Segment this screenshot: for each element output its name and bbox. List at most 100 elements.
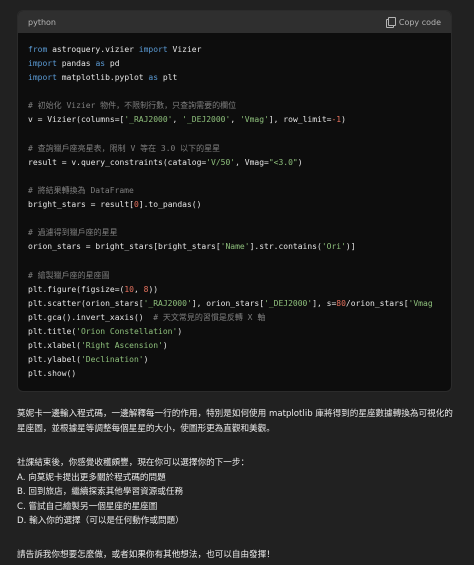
code-token: ].str.contains( bbox=[249, 242, 322, 252]
code-token: , bbox=[133, 284, 144, 294]
code-token: # 過濾得到獵戶座的星星 bbox=[28, 228, 118, 238]
code-token: result = v.query_constraints(catalog= bbox=[28, 157, 207, 167]
explanation-paragraph: 莫妮卡一邊輸入程式碼，一邊解釋每一行的作用，特別是如何使用 matplotlib… bbox=[17, 409, 453, 434]
code-line: import pandas as pd bbox=[28, 57, 441, 71]
code-block: python Copy code from astroquery.vizier … bbox=[17, 10, 452, 392]
code-token: # 天文常見的習慣是反轉 X 軸 bbox=[153, 312, 266, 322]
closing-paragraph: 請告訴我你想要怎麼做，或者如果你有其他想法，也可以自由發揮！ bbox=[17, 550, 275, 560]
code-token: '_RAJ2000' bbox=[124, 115, 173, 125]
code-line: v = Vizier(columns=['_RAJ2000', '_DEJ200… bbox=[28, 113, 441, 127]
code-line: # 初始化 Vizier 物件，不限制行數，只查詢需要的欄位 bbox=[28, 99, 441, 113]
code-line: # 過濾得到獵戶座的星星 bbox=[28, 226, 441, 240]
code-token: # 查詢獵戶座亮星表，限制 V 等在 3.0 以下的星星 bbox=[28, 143, 221, 153]
code-line: # 查詢獵戶座亮星表，限制 V 等在 3.0 以下的星星 bbox=[28, 142, 441, 156]
code-line: # 將結果轉換為 DataFrame bbox=[28, 184, 441, 198]
code-line: plt.title('Orion Constellation') bbox=[28, 325, 441, 339]
copy-code-button[interactable]: Copy code bbox=[385, 17, 441, 28]
code-token: # 將結果轉換為 DataFrame bbox=[28, 185, 134, 195]
code-token: plt.ylabel( bbox=[28, 355, 81, 365]
code-token: '_RAJ2000' bbox=[143, 298, 192, 308]
code-line: plt.figure(figsize=(10, 8)) bbox=[28, 283, 441, 297]
code-token: plt.figure(figsize=( bbox=[28, 284, 125, 294]
code-token: astroquery.vizier bbox=[47, 45, 139, 54]
choice-option-b: B. 回到旅店，繼續探索其他學習資源或任務 bbox=[17, 487, 184, 497]
code-token: , Vmag= bbox=[235, 157, 269, 167]
code-token: pandas bbox=[56, 59, 96, 69]
code-token: 'Vmag bbox=[408, 298, 433, 308]
choice-option-c: C. 嘗試自己繪製另一個星座的星座圖 bbox=[17, 501, 158, 512]
code-token: plt.show() bbox=[28, 369, 77, 379]
code-token: 'Vmag' bbox=[239, 115, 269, 125]
code-token: plt.title( bbox=[28, 326, 77, 336]
code-token: /orion_stars[ bbox=[345, 298, 409, 308]
code-token: 'Orion Constellation' bbox=[76, 326, 178, 336]
code-line: plt.xlabel('Right Ascension') bbox=[28, 339, 441, 353]
code-token: 'Ori' bbox=[321, 242, 346, 252]
code-line: import matplotlib.pyplot as plt bbox=[28, 71, 441, 85]
code-token: plt.scatter(orion_stars[ bbox=[28, 298, 144, 308]
code-token: ], row_limit= bbox=[268, 115, 332, 125]
code-token: Vizier bbox=[167, 45, 202, 54]
code-language-label: python bbox=[28, 17, 56, 27]
code-token: from bbox=[28, 45, 48, 54]
code-line: plt.ylabel('Declination') bbox=[28, 353, 441, 367]
code-line: plt.scatter(orion_stars['_RAJ2000'], ori… bbox=[28, 297, 441, 311]
code-token: 80 bbox=[336, 298, 346, 308]
code-token: matplotlib.pyplot bbox=[56, 73, 149, 83]
code-token: 10 bbox=[124, 284, 134, 294]
code-token: import bbox=[138, 45, 168, 54]
code-line: from astroquery.vizier import Vizier bbox=[28, 43, 441, 57]
code-token: )] bbox=[345, 242, 356, 252]
choices-intro: 社課結束後，你感覺收穫頗豐，現在你可以選擇你的下一步： bbox=[17, 458, 250, 468]
code-token: plt.xlabel( bbox=[28, 340, 81, 350]
code-token: bright_stars = result[ bbox=[28, 200, 134, 210]
code-token: as bbox=[95, 59, 106, 69]
code-token: orion_stars = bright_stars[bright_stars[ bbox=[28, 242, 221, 252]
code-token: import bbox=[28, 73, 57, 83]
code-token: import bbox=[28, 59, 57, 69]
code-token: 'Right Ascension' bbox=[80, 340, 163, 350]
code-token: 'Declination' bbox=[80, 355, 144, 365]
code-token: ], orion_stars[ bbox=[191, 298, 265, 308]
code-line: result = v.query_constraints(catalog='V/… bbox=[28, 156, 441, 170]
code-token: plt.gca().invert_xaxis() bbox=[28, 312, 154, 322]
code-line: # 繪製獵戶座的星座圖 bbox=[28, 269, 441, 283]
code-token: ) bbox=[341, 115, 346, 125]
code-block-header: python Copy code bbox=[18, 11, 451, 33]
code-token: ], s= bbox=[312, 298, 337, 308]
code-token: # 繪製獵戶座的星座圖 bbox=[28, 270, 110, 280]
code-token: "<3.0" bbox=[268, 157, 298, 167]
code-token: as bbox=[148, 73, 159, 83]
code-line: bright_stars = result[0].to_pandas() bbox=[28, 198, 441, 212]
copy-icon bbox=[385, 17, 396, 28]
code-token: plt bbox=[158, 73, 178, 83]
code-token: ) bbox=[162, 340, 168, 350]
code-token: '_DEJ2000' bbox=[264, 298, 313, 308]
code-token: # 初始化 Vizier 物件，不限制行數，只查詢需要的欄位 bbox=[28, 101, 237, 111]
code-token: ].to_pandas() bbox=[138, 200, 202, 210]
code-token: ) bbox=[143, 355, 149, 365]
code-token: )) bbox=[148, 284, 159, 294]
code-token: 'Name' bbox=[220, 242, 250, 252]
code-token: 'V/50' bbox=[206, 157, 236, 167]
code-token: v = Vizier(columns=[ bbox=[28, 115, 125, 125]
copy-code-label: Copy code bbox=[398, 17, 441, 27]
choice-option-a: A. 向莫妮卡提出更多關於程式碼的問題 bbox=[17, 472, 166, 483]
code-line: orion_stars = bright_stars[bright_stars[… bbox=[28, 240, 441, 254]
code-token: , bbox=[172, 115, 183, 125]
code-token: ) bbox=[297, 157, 303, 167]
code-token: ) bbox=[177, 326, 183, 336]
code-line: plt.gca().invert_xaxis() # 天文常見的習慣是反轉 X … bbox=[28, 311, 441, 325]
code-token: '_DEJ2000' bbox=[182, 115, 231, 125]
choices-section: 社課結束後，你感覺收穫頗豐，現在你可以選擇你的下一步： A. 向莫妮卡提出更多關… bbox=[17, 456, 457, 529]
code-line: plt.show() bbox=[28, 367, 441, 381]
code-token: pd bbox=[105, 59, 120, 69]
code-token: -1 bbox=[331, 115, 342, 125]
code-token: , bbox=[230, 115, 240, 125]
code-body: from astroquery.vizier import Vizier impo… bbox=[18, 33, 451, 381]
